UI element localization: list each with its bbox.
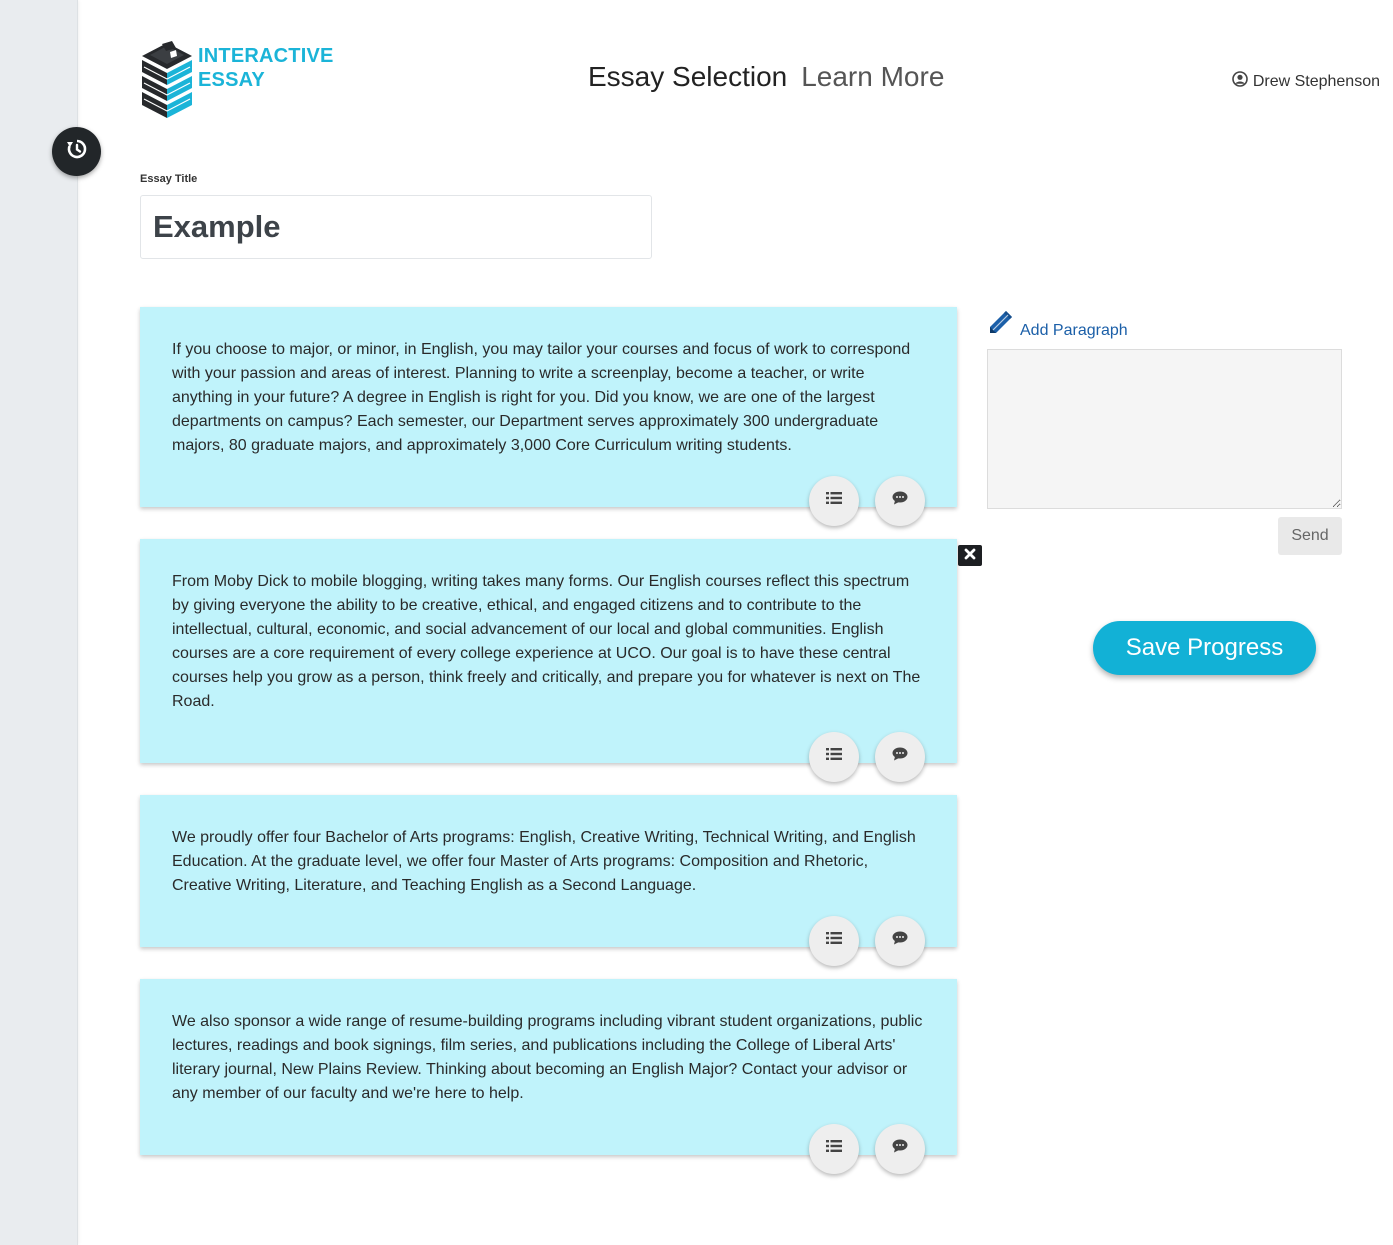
- comment-icon: [892, 489, 908, 513]
- new-paragraph-textarea[interactable]: [987, 349, 1342, 509]
- pencil-icon: [987, 309, 1014, 341]
- paragraph-list-button[interactable]: [809, 732, 859, 782]
- delete-paragraph-button[interactable]: [958, 545, 982, 566]
- list-icon: [826, 489, 842, 513]
- top-nav: Essay Selection Learn More: [588, 61, 944, 93]
- interactive-essay-logo[interactable]: INTERACTIVE ESSAY: [140, 40, 334, 127]
- paragraph-list-button[interactable]: [809, 916, 859, 966]
- paragraph-list-button[interactable]: [809, 476, 859, 526]
- paragraph-comment-button[interactable]: [875, 916, 925, 966]
- sidebar: [0, 0, 78, 1245]
- paragraph-list-button[interactable]: [809, 1124, 859, 1174]
- add-paragraph-label: Add Paragraph: [1020, 322, 1128, 339]
- save-progress-button[interactable]: Save Progress: [1093, 621, 1316, 675]
- send-button[interactable]: Send: [1278, 517, 1342, 555]
- paragraph-card[interactable]: We also sponsor a wide range of resume-b…: [140, 979, 957, 1174]
- essay-title-input[interactable]: [140, 195, 652, 259]
- logo-line-1: INTERACTIVE: [198, 45, 334, 67]
- comment-icon: [892, 1137, 908, 1161]
- nav-essay-selection[interactable]: Essay Selection: [588, 61, 787, 93]
- paragraph-card[interactable]: If you choose to major, or minor, in Eng…: [140, 307, 957, 526]
- logo-line-2: ESSAY: [198, 69, 265, 91]
- paragraph-actions: [809, 476, 925, 526]
- user-circle-icon: [1232, 71, 1248, 92]
- history-button[interactable]: [52, 127, 101, 176]
- user-name: Drew Stephenson: [1252, 72, 1380, 90]
- paragraph-text: If you choose to major, or minor, in Eng…: [172, 341, 911, 454]
- comment-icon: [892, 929, 908, 953]
- paragraph-comment-button[interactable]: [875, 1124, 925, 1174]
- history-icon: [65, 137, 89, 166]
- paragraph-comment-button[interactable]: [875, 732, 925, 782]
- list-icon: [826, 1137, 842, 1161]
- paragraph-actions: [809, 916, 925, 966]
- user-menu[interactable]: Drew Stephenson: [1232, 71, 1380, 92]
- paragraph-comment-button[interactable]: [875, 476, 925, 526]
- list-icon: [826, 929, 842, 953]
- paragraph-card[interactable]: We proudly offer four Bachelor of Arts p…: [140, 795, 957, 966]
- list-icon: [826, 745, 842, 769]
- paragraph-actions: [809, 732, 925, 782]
- nav-learn-more[interactable]: Learn More: [801, 61, 944, 93]
- comment-icon: [892, 745, 908, 769]
- add-paragraph-link[interactable]: Add Paragraph: [987, 309, 1128, 341]
- paragraph-text: From Moby Dick to mobile blogging, writi…: [172, 573, 921, 710]
- paragraph-card[interactable]: From Moby Dick to mobile blogging, writi…: [140, 539, 957, 782]
- logo-text: INTERACTIVE ESSAY: [198, 44, 334, 92]
- stacked-books-logo-icon: [140, 40, 194, 127]
- paragraph-text: We proudly offer four Bachelor of Arts p…: [172, 829, 916, 894]
- paragraph-actions: [809, 1124, 925, 1174]
- essay-title-label: Essay Title: [140, 173, 198, 185]
- paragraph-text: We also sponsor a wide range of resume-b…: [172, 1013, 923, 1102]
- close-icon: [964, 547, 976, 565]
